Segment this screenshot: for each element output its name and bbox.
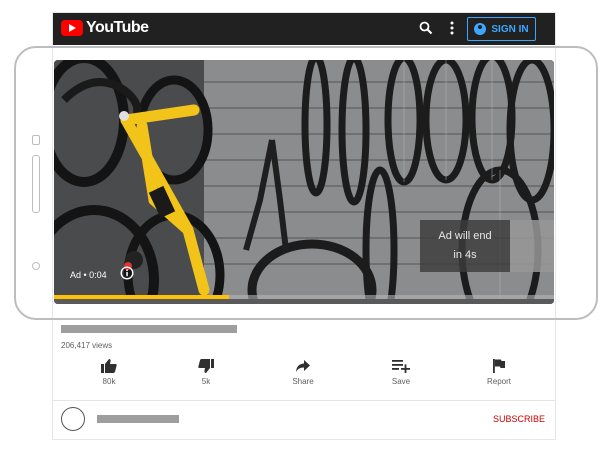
subscribe-button[interactable]: SUBSCRIBE (493, 414, 545, 424)
thumbs-up-icon (101, 359, 117, 373)
report-button[interactable]: Report (469, 359, 529, 386)
channel-name-placeholder (97, 415, 179, 423)
playlist-add-icon (392, 360, 410, 373)
top-app-bar: YouTube SIGN IN (53, 13, 555, 45)
player-bottom-strip (54, 299, 554, 304)
action-bar: 80k 5k Share Save Report (53, 359, 555, 395)
youtube-wordmark: YouTube (86, 19, 149, 36)
save-label: Save (391, 377, 411, 386)
flag-icon (493, 359, 505, 373)
like-button[interactable]: 80k (79, 359, 139, 386)
search-icon[interactable] (419, 21, 433, 35)
channel-avatar[interactable] (61, 407, 85, 431)
thumbs-down-icon (198, 359, 214, 373)
share-button[interactable]: Share (273, 359, 333, 386)
info-icon[interactable] (120, 266, 134, 280)
screen: YouTube SIGN IN 206,417 views 80k 5k Sha… (0, 0, 612, 449)
dislike-button[interactable]: 5k (176, 359, 236, 386)
report-label: Report (486, 377, 511, 386)
phone-camera (32, 262, 40, 270)
share-icon (296, 360, 310, 372)
like-count: 80k (102, 377, 116, 386)
ad-countdown-line1: Ad will end (438, 230, 492, 242)
share-label: Share (292, 377, 314, 386)
divider (53, 400, 555, 401)
youtube-logo[interactable]: YouTube (61, 19, 149, 37)
ad-countdown: Ad will end in 4s (420, 220, 510, 272)
video-player[interactable]: Ad • 0:04 Ad will end in 4s (54, 60, 554, 304)
save-button[interactable]: Save (371, 359, 431, 386)
phone-sensor (32, 135, 40, 145)
video-title-placeholder (61, 325, 237, 333)
ad-countdown-line2: in 4s (453, 249, 477, 261)
sign-in-button[interactable]: SIGN IN (467, 17, 536, 41)
next-video-thumbnail[interactable] (510, 220, 554, 272)
youtube-play-icon (61, 20, 83, 36)
dislike-count: 5k (201, 377, 211, 386)
phone-speaker (32, 155, 40, 213)
sign-in-label: SIGN IN (491, 23, 529, 35)
view-count: 206,417 views (61, 341, 113, 350)
more-options-icon[interactable] (449, 20, 455, 36)
account-icon (474, 23, 487, 35)
ad-badge: Ad • 0:04 (70, 270, 107, 280)
